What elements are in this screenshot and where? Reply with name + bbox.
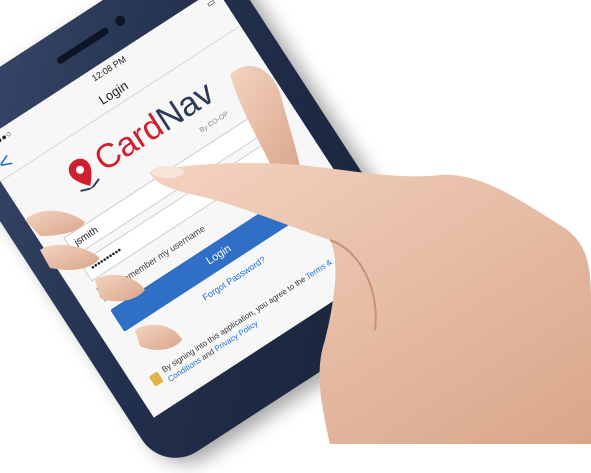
hands-illustration bbox=[25, 65, 591, 444]
left-hand-fingers bbox=[25, 210, 85, 236]
left-thumb bbox=[230, 65, 300, 175]
pointing-hand bbox=[150, 162, 591, 444]
photo-scene: ●●●●○ 12:08 PM ▭ < Login CardNav By CO-O… bbox=[0, 0, 591, 473]
